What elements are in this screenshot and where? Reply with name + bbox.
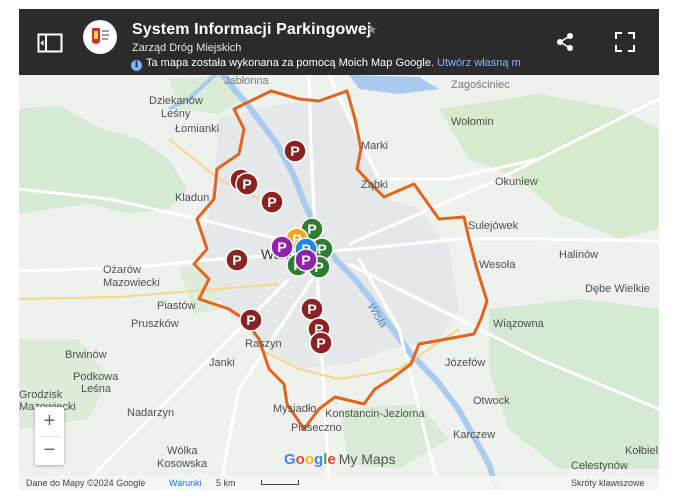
- parking-marker-label: P: [267, 194, 276, 210]
- map-attribution: Dane do Mapy ©2024 Google: [26, 478, 146, 488]
- notice-text: Ta mapa została wykonana za pomocą Moich…: [146, 57, 434, 69]
- map-frame: Jabłonna Zagościniec Dziekanów Leśny Łom…: [19, 9, 659, 490]
- share-icon: [557, 33, 573, 51]
- fullscreen-icon: [615, 32, 635, 52]
- map-subtitle: Zarząd Dróg Miejskich: [132, 42, 242, 54]
- keyboard-shortcuts-link[interactable]: Skróty klawiszowe: [571, 478, 645, 488]
- create-own-map-link[interactable]: Utwórz własną m: [437, 57, 521, 69]
- parking-marker-label: P: [307, 221, 316, 237]
- parking-marker[interactable]: P: [300, 297, 324, 321]
- panel-toggle-button[interactable]: [37, 33, 63, 53]
- logo: [83, 20, 117, 54]
- parking-marker[interactable]: P: [235, 172, 259, 196]
- my-maps-notice: i Ta mapa została wykonana za pomocą Moic…: [131, 57, 523, 71]
- marker-layer: PPPPPPPPPPPPPPPPP: [225, 139, 334, 355]
- scale-label: 5 km: [216, 478, 236, 488]
- parking-marker-label: P: [232, 252, 241, 268]
- parking-marker-label: P: [242, 176, 251, 192]
- map-footer: Dane do Mapy ©2024 Google Warunki 5 km S…: [19, 476, 659, 490]
- parking-marker[interactable]: P: [294, 248, 318, 272]
- parking-marker-label: P: [277, 239, 286, 255]
- logo-icon: [84, 21, 116, 53]
- terms-link[interactable]: Warunki: [169, 478, 202, 488]
- parking-marker[interactable]: P: [309, 331, 333, 355]
- fullscreen-button[interactable]: [615, 32, 635, 52]
- parking-marker-label: P: [316, 335, 325, 351]
- parking-marker[interactable]: P: [283, 139, 307, 163]
- parking-marker[interactable]: P: [270, 235, 294, 259]
- panel-toggle-icon: [37, 33, 63, 53]
- parking-marker-label: P: [246, 312, 255, 328]
- parking-marker-label: P: [290, 143, 299, 159]
- info-icon: i: [131, 60, 142, 71]
- star-icon[interactable]: ★: [366, 22, 378, 38]
- parking-marker[interactable]: P: [260, 190, 284, 214]
- map-title: System Informacji Parkingowej: [132, 21, 372, 38]
- parking-marker-label: P: [307, 301, 316, 317]
- parking-marker[interactable]: P: [239, 308, 263, 332]
- share-button[interactable]: [554, 31, 576, 53]
- parking-marker-label: P: [317, 241, 326, 257]
- scale-bar: [261, 480, 299, 485]
- parking-marker-label: P: [301, 252, 310, 268]
- parking-marker[interactable]: P: [225, 248, 249, 272]
- map-header: System Informacji Parkingowej ★ Zarząd D…: [19, 9, 659, 75]
